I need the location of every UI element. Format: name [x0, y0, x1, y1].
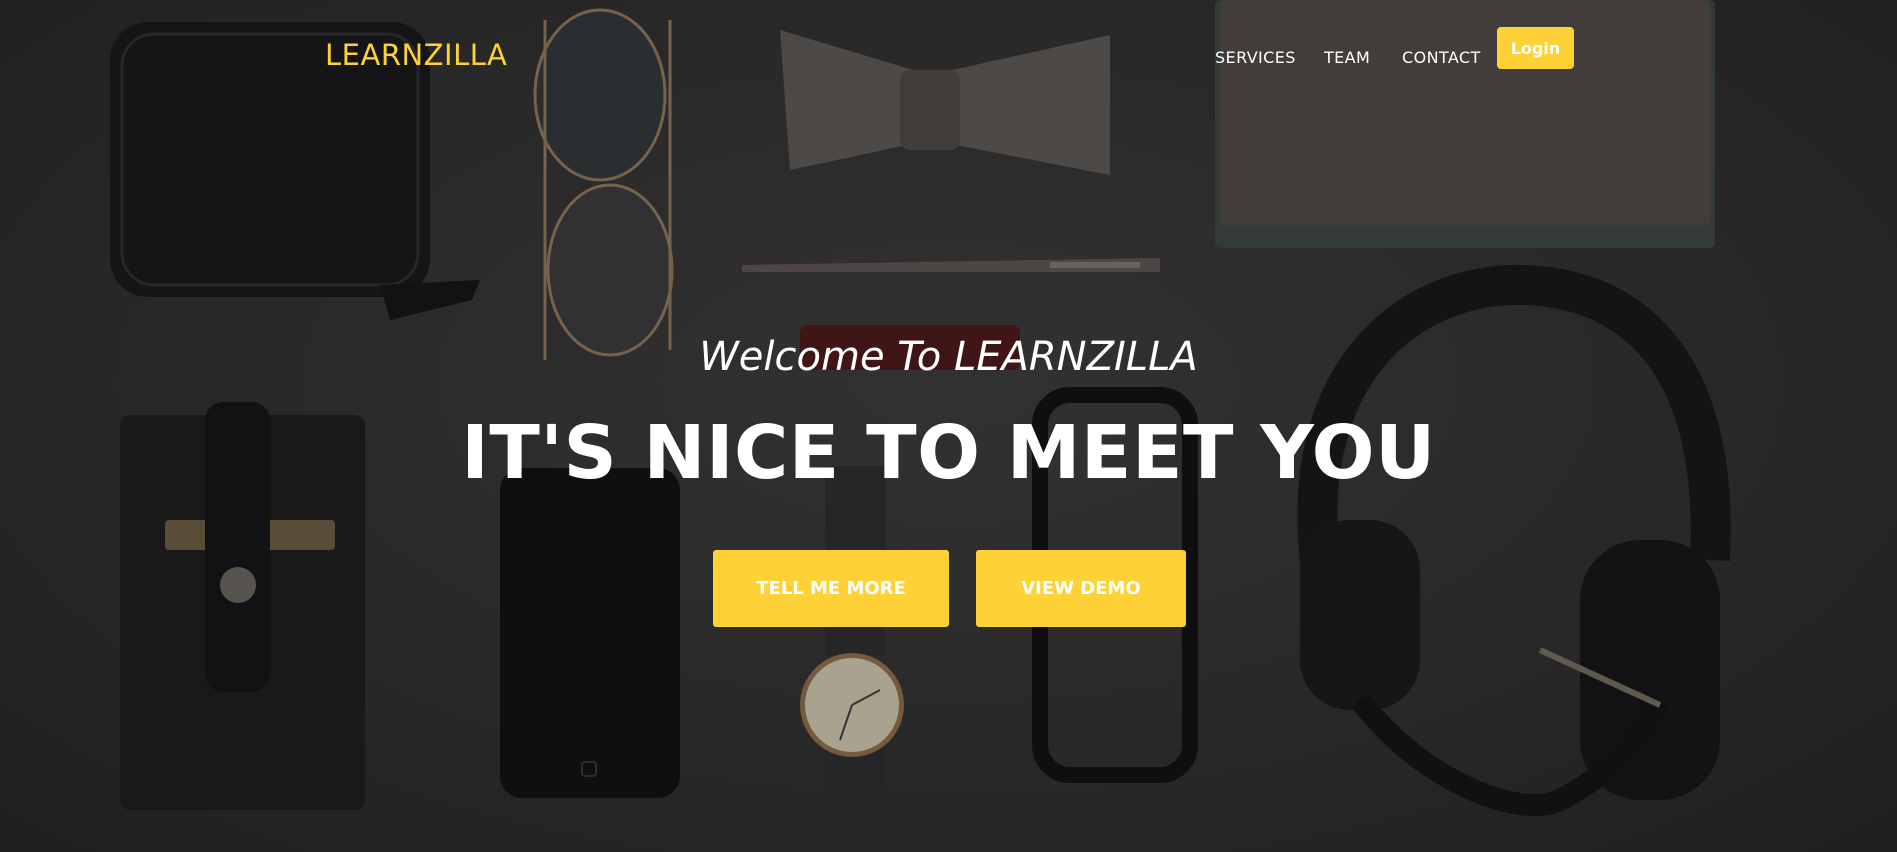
welcome-subheading: Welcome To LEARNZILLA	[699, 334, 1198, 380]
nav-link-team[interactable]: TEAM	[1324, 48, 1370, 67]
view-demo-button[interactable]: VIEW DEMO	[976, 550, 1186, 627]
hero-section: LEARNZILLA SERVICES TEAM CONTACT Login W…	[0, 0, 1897, 852]
nav-link-services[interactable]: SERVICES	[1215, 48, 1296, 67]
login-button[interactable]: Login	[1497, 27, 1574, 69]
tell-me-more-button[interactable]: TELL ME MORE	[713, 550, 949, 627]
nav-link-contact[interactable]: CONTACT	[1402, 48, 1481, 67]
brand-logo[interactable]: LEARNZILLA	[325, 38, 507, 72]
hero-headline: IT'S NICE TO MEET YOU	[461, 410, 1436, 496]
